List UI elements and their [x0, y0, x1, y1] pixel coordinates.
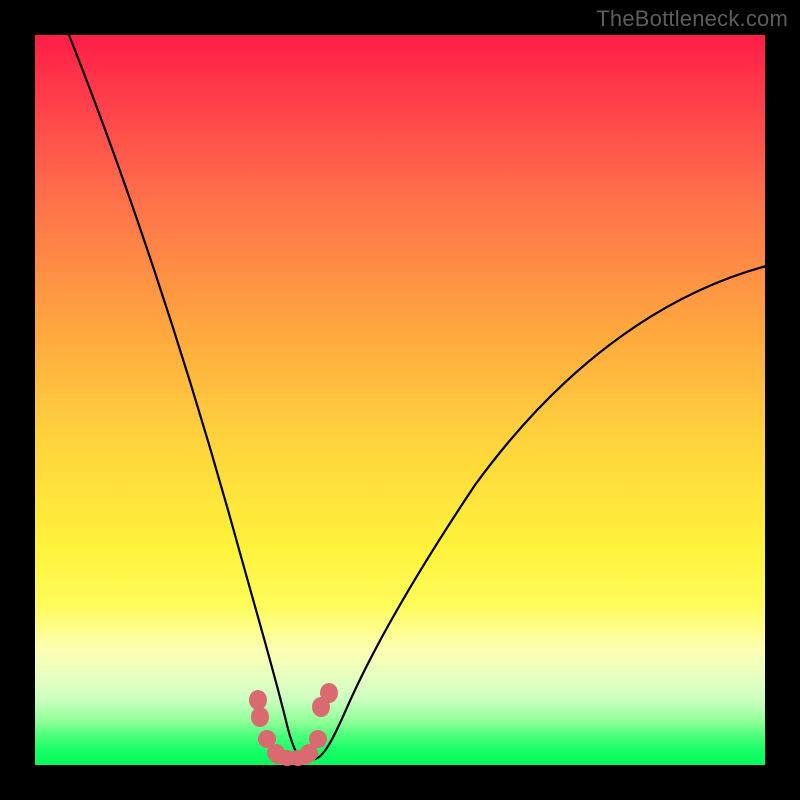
- curve-markers: [249, 683, 338, 766]
- chart-frame: TheBottleneck.com: [0, 0, 800, 800]
- plot-area: [35, 35, 765, 765]
- watermark-text: TheBottleneck.com: [596, 6, 788, 32]
- chart-svg: [35, 35, 765, 765]
- bottleneck-curve: [65, 25, 770, 760]
